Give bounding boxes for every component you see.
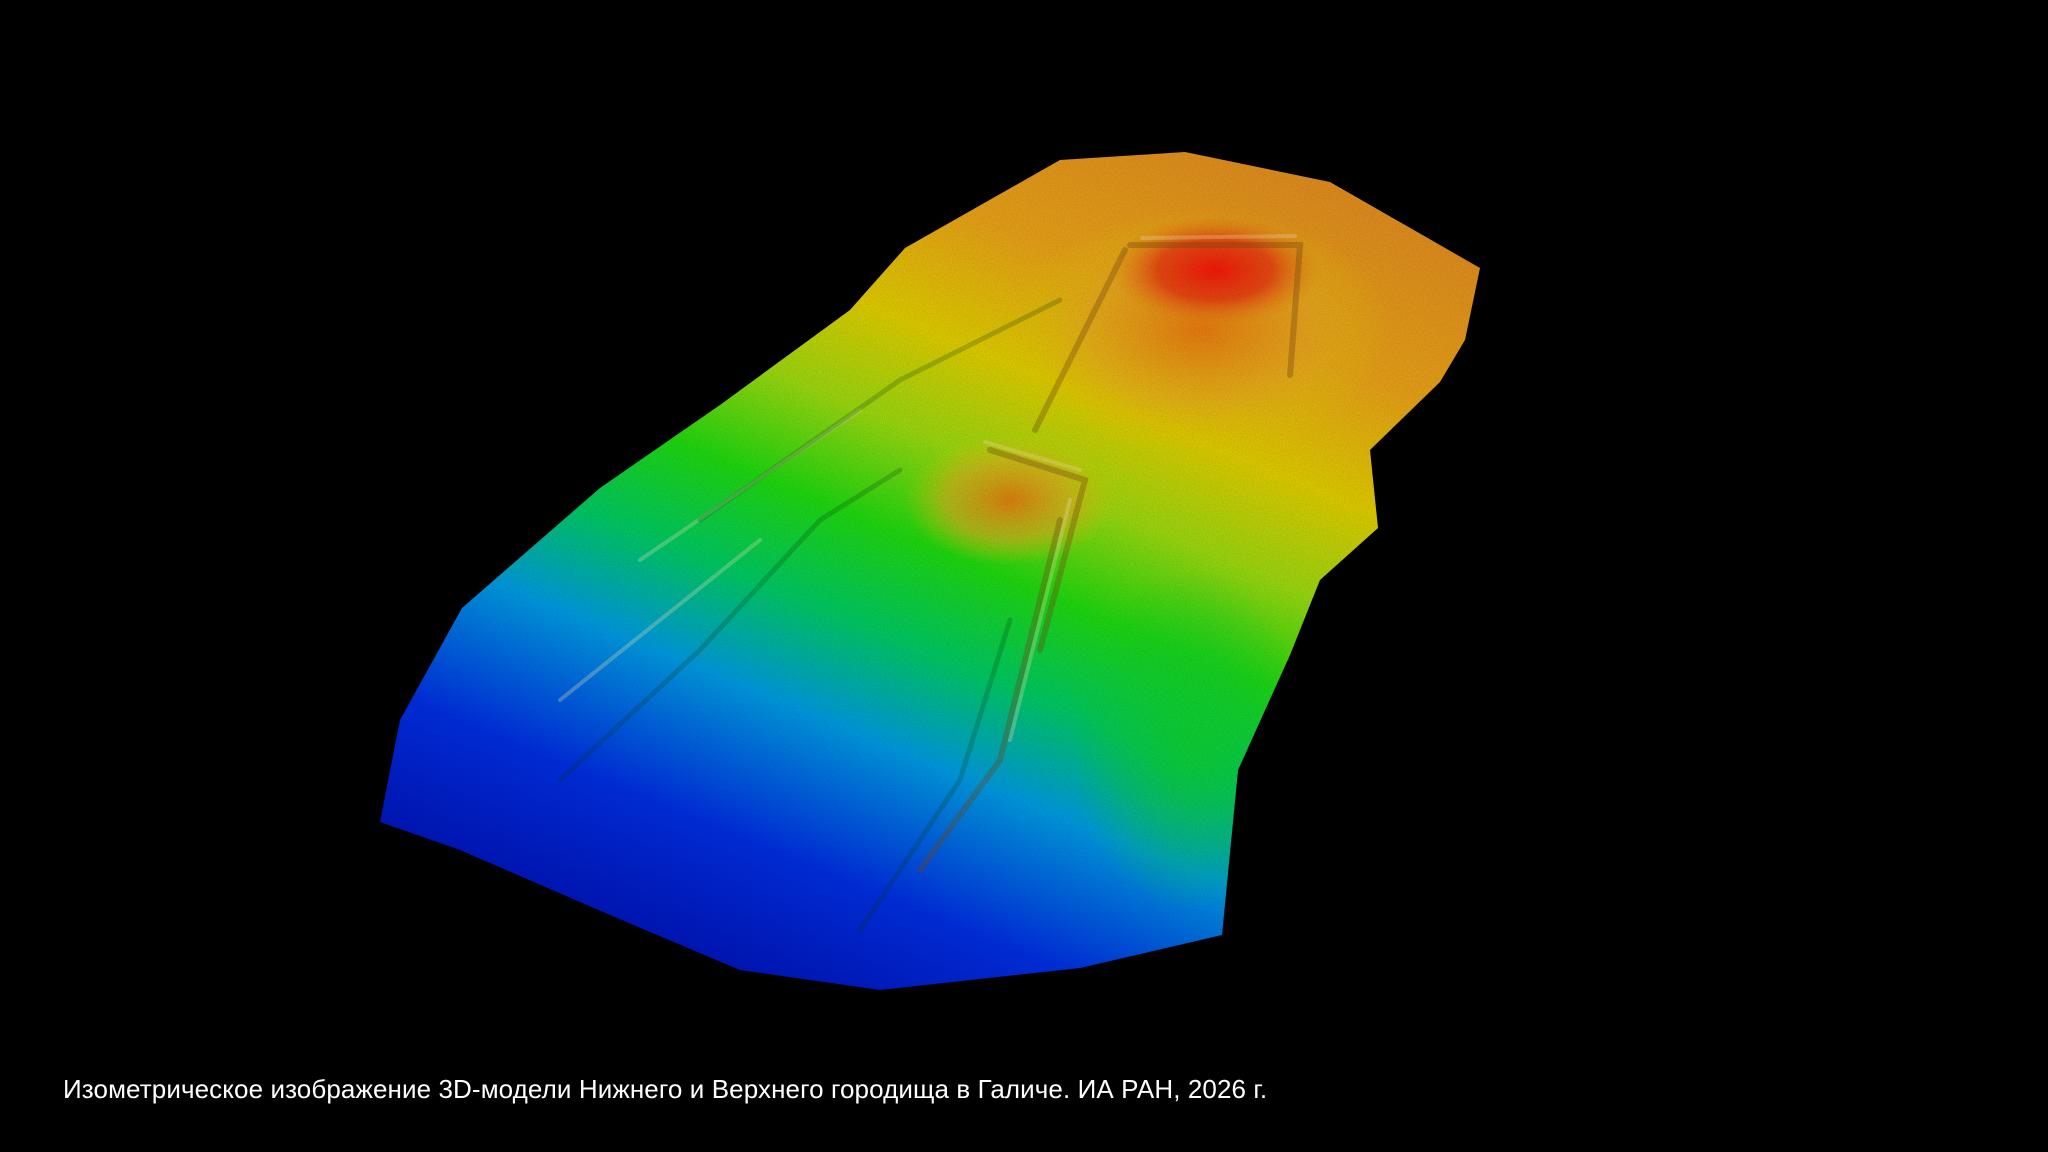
image-caption: Изометрическое изображение 3D-модели Ниж… [63, 1074, 1268, 1104]
terrain-model-image [380, 152, 1480, 990]
terrain-model-view [0, 0, 2048, 1152]
terrain-surface [380, 152, 1480, 990]
